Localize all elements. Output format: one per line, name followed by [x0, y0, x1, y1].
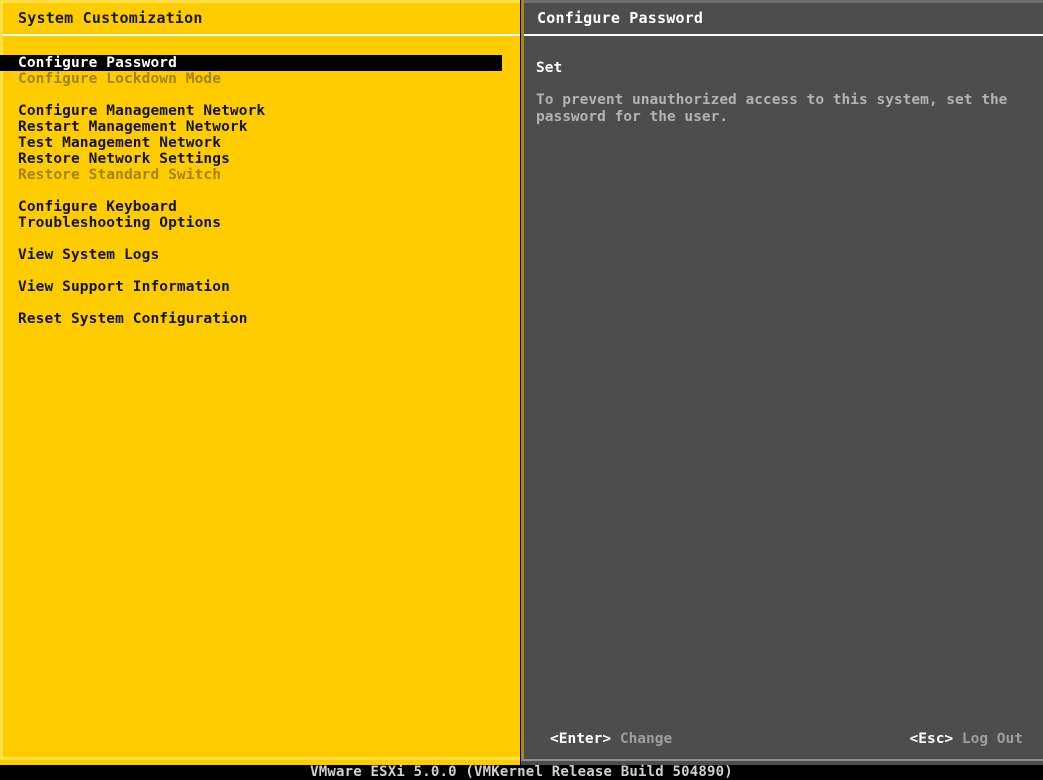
status-bar: VMware ESXi 5.0.0 (VMKernel Release Buil… — [0, 765, 1043, 780]
detail-description-line-2: password for the user. — [536, 109, 729, 125]
menu-item-view-system-logs[interactable]: View System Logs — [0, 247, 520, 263]
detail-heading: Set — [536, 60, 563, 76]
menu-item-restore-standard-switch: Restore Standard Switch — [18, 167, 222, 183]
right-title-divider — [524, 34, 1043, 36]
menu-item-test-management-network[interactable]: Test Management Network — [0, 135, 520, 151]
enter-keycap: <Enter> — [550, 731, 612, 747]
system-customization-menu[interactable]: Configure Password Configure Lockdown Mo… — [0, 55, 520, 327]
menu-item-configure-password[interactable]: Configure Password — [0, 55, 502, 71]
enter-key-label: Change — [619, 731, 673, 747]
detail-description-line-1: To prevent unauthorized access to this s… — [536, 92, 1008, 108]
system-customization-panel: System Customization Configure Password … — [0, 0, 520, 765]
esc-keycap: <Esc> — [909, 731, 954, 747]
esc-key-label: Log Out — [961, 731, 1023, 747]
menu-item-view-support-information[interactable]: View Support Information — [0, 279, 520, 295]
left-panel-top-edge — [0, 0, 520, 3]
menu-spacer — [0, 87, 520, 103]
detail-panel-title: Configure Password — [537, 9, 704, 27]
menu-item-configure-keyboard[interactable]: Configure Keyboard — [0, 199, 520, 215]
menu-item-restart-management-network[interactable]: Restart Management Network — [0, 119, 520, 135]
system-customization-title: System Customization — [18, 9, 203, 27]
menu-item-reset-system-configuration[interactable]: Reset System Configuration — [0, 311, 520, 327]
key-hint-esc[interactable]: <Esc> Log Out — [910, 730, 1024, 748]
configure-password-detail-panel: Configure Password Set To prevent unauth… — [521, 0, 1043, 765]
menu-item-troubleshooting-options[interactable]: Troubleshooting Options — [0, 215, 520, 231]
dcui-screen: System Customization Configure Password … — [0, 0, 1043, 780]
right-panel-left-edge — [521, 0, 524, 765]
key-hint-enter[interactable]: <Enter> Change — [550, 730, 672, 748]
left-title-divider — [3, 34, 520, 36]
menu-item-configure-management-network[interactable]: Configure Management Network — [0, 103, 520, 119]
menu-item-configure-lockdown-mode: Configure Lockdown Mode — [18, 71, 222, 87]
right-panel-top-edge — [521, 0, 1043, 3]
key-hint-bar: <Enter> Change <Esc> Log Out — [531, 730, 1031, 748]
menu-spacer — [0, 263, 520, 279]
menu-spacer — [0, 295, 520, 311]
menu-spacer — [0, 183, 520, 199]
menu-item-restore-network-settings[interactable]: Restore Network Settings — [0, 151, 520, 167]
menu-spacer — [0, 231, 520, 247]
detail-description: To prevent unauthorized access to this s… — [536, 92, 1008, 126]
